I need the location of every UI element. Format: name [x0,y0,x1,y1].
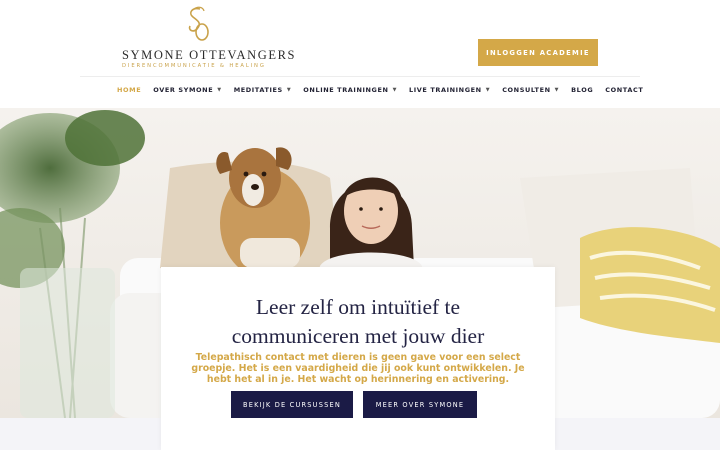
nav-item-label: LIVE TRAININGEN [409,86,482,94]
hero-title-line: Leer zelf om intuïtief te [255,295,461,319]
view-courses-button[interactable]: BEKIJK DE CURSUSSEN [231,391,353,418]
nav-item-label: HOME [117,86,142,94]
main-nav: HOME OVER SYMONE ▼ MEDITATIES ▼ ONLINE T… [117,84,655,96]
about-symone-button[interactable]: MEER OVER SYMONE [363,391,477,418]
hero-title: Leer zelf om intuïtief te communiceren m… [161,293,555,351]
hero-description-line: Telepathisch contact met dieren is geen … [195,352,521,363]
nav-item-label: OVER SYMONE [153,86,214,94]
hero-description-line: hebt het al in je. Het wacht op herinner… [206,374,510,385]
nav-item-online-trainingen[interactable]: ONLINE TRAININGEN ▼ [303,86,397,94]
chevron-down-icon: ▼ [286,87,292,93]
chevron-down-icon: ▼ [554,87,560,93]
nav-item-consulten[interactable]: CONSULTEN ▼ [502,86,559,94]
chevron-down-icon: ▼ [217,87,222,93]
logo-tagline: DIERENCOMMUNICATIE & HEALING [122,63,266,69]
chevron-down-icon: ▼ [485,87,491,93]
nav-item-over-symone[interactable]: OVER SYMONE ▼ [153,86,221,94]
hero-description: Telepathisch contact met dieren is geen … [191,352,525,385]
logo-name: SYMONE OTTEVANGERS [122,48,297,62]
nav-item-live-trainingen[interactable]: LIVE TRAININGEN ▼ [409,86,490,94]
nav-item-meditaties[interactable]: MEDITATIES ▼ [234,86,292,94]
nav-item-label: MEDITATIES [233,86,283,94]
nav-item-blog[interactable]: BLOG [571,86,593,94]
nav-item-label: CONSULTEN [502,86,551,94]
site-logo[interactable]: SYMONE OTTEVANGERS DIERENCOMMUNICATIE & … [120,5,297,69]
hero-description-line: groepje. Het is een vaardigheid die jij … [191,363,525,374]
nav-item-contact[interactable]: CONTACT [605,86,643,94]
login-academy-button[interactable]: INLOGGEN ACADEMIE [478,39,598,66]
site-header: SYMONE OTTEVANGERS DIERENCOMMUNICATIE & … [0,0,720,108]
nav-item-label: ONLINE TRAININGEN [303,86,389,94]
chevron-down-icon: ▼ [392,87,398,93]
nav-item-home[interactable]: HOME [117,86,141,94]
header-divider [80,76,640,77]
hero-title-line: communiceren met jouw dier [231,324,485,348]
nav-item-label: CONTACT [605,86,644,94]
nav-item-label: BLOG [571,86,594,94]
hero-card: Leer zelf om intuïtief te communiceren m… [161,267,555,450]
so-monogram-icon [188,6,209,41]
